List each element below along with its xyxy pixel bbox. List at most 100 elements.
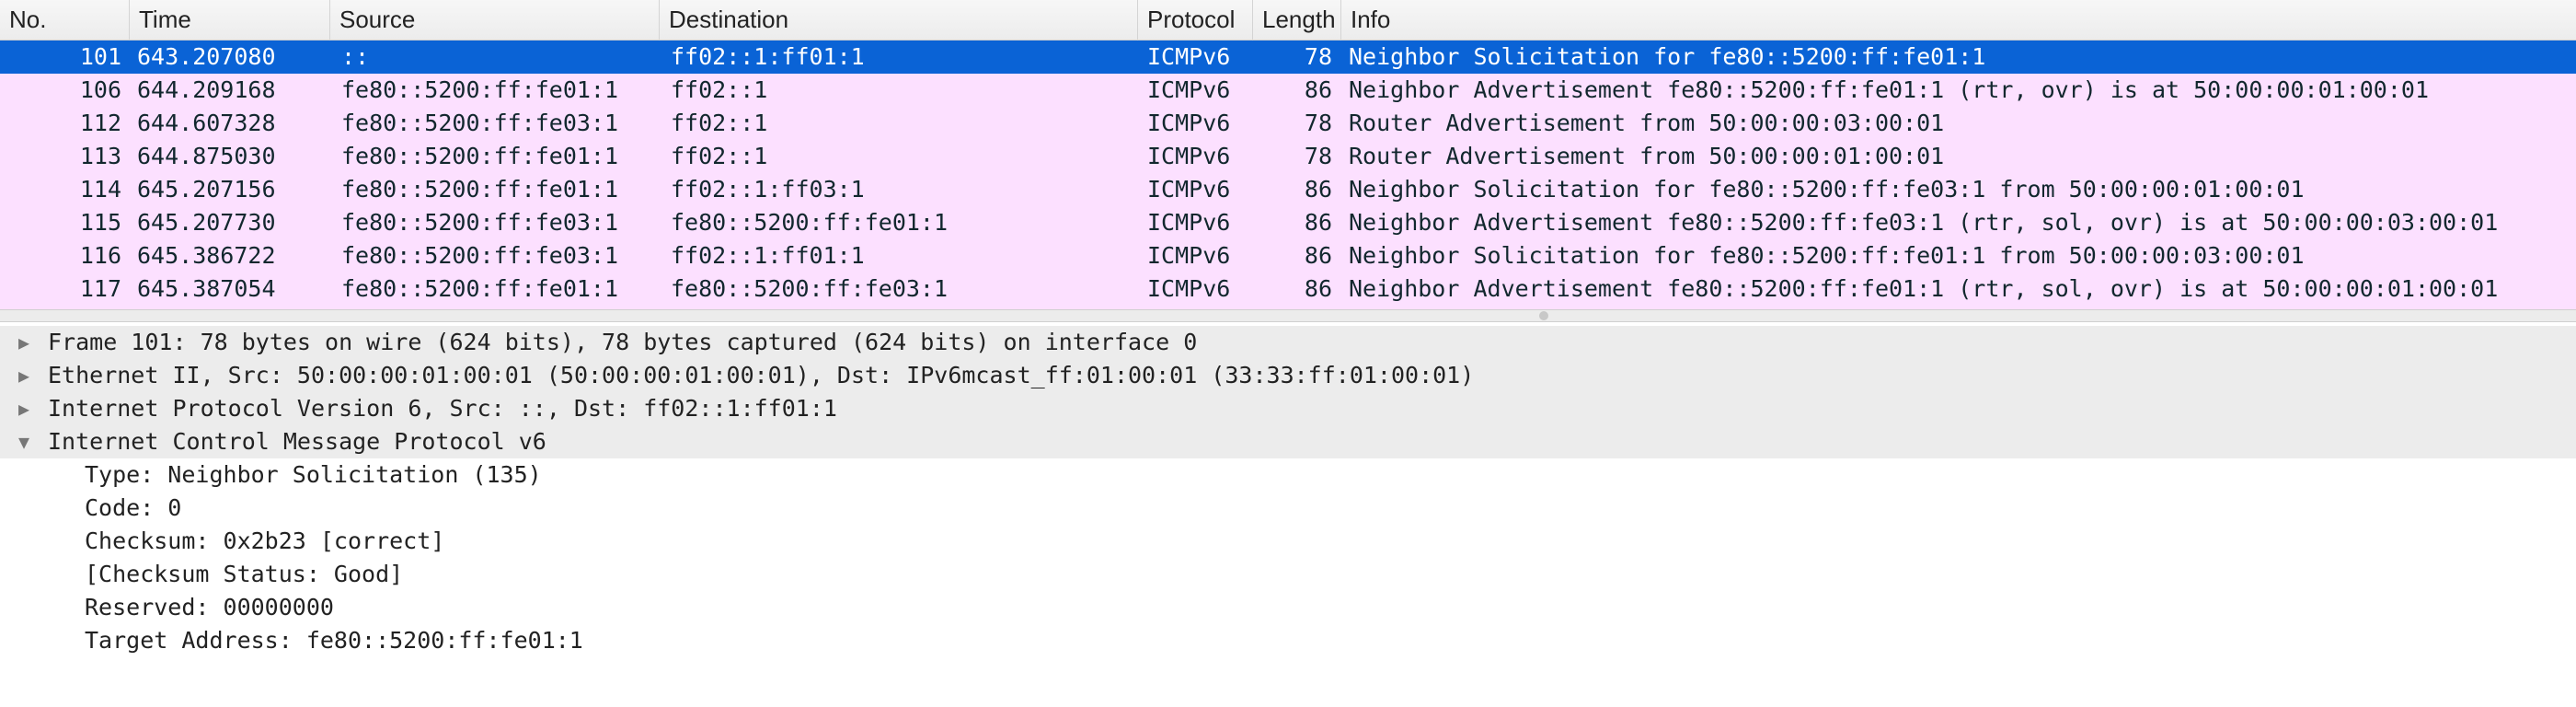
column-header-length[interactable]: Length [1253, 0, 1341, 41]
packet-row[interactable]: 117 645.387054 fe80::5200:ff:fe01:1 fe80… [0, 272, 2576, 306]
packet-time: 645.207730 [137, 209, 276, 236]
tree-field-label: [Checksum Status: Good] [85, 561, 404, 587]
column-header-time[interactable]: Time [130, 0, 330, 41]
packet-protocol: ICMPv6 [1147, 143, 1231, 169]
packet-length: 86 [1304, 176, 1332, 203]
packet-info: Neighbor Advertisement fe80::5200:ff:fe0… [1349, 76, 2429, 103]
packet-info: Neighbor Advertisement fe80::5200:ff:fe0… [1349, 275, 2499, 302]
packet-length: 86 [1304, 275, 1332, 302]
packet-protocol: ICMPv6 [1147, 242, 1231, 269]
packet-destination: ff02::1 [671, 143, 768, 169]
packet-row[interactable]: 106 644.209168 fe80::5200:ff:fe01:1 ff02… [0, 74, 2576, 107]
tree-item-label: Ethernet II, Src: 50:00:00:01:00:01 (50:… [48, 362, 1475, 388]
packet-info: Router Advertisement from 50:00:00:01:00… [1349, 143, 1945, 169]
packet-row[interactable]: 113 644.875030 fe80::5200:ff:fe01:1 ff02… [0, 140, 2576, 173]
packet-no: 112 [79, 110, 121, 136]
packet-time: 644.607328 [137, 110, 276, 136]
packet-length: 86 [1304, 76, 1332, 103]
packet-row[interactable]: 114 645.207156 fe80::5200:ff:fe01:1 ff02… [0, 173, 2576, 206]
triangle-down-icon[interactable]: ▼ [15, 425, 33, 458]
packet-time: 645.387054 [137, 275, 276, 302]
packet-no: 106 [79, 76, 121, 103]
packet-protocol: ICMPv6 [1147, 76, 1231, 103]
packet-time: 645.386722 [137, 242, 276, 269]
tree-field-target-address[interactable]: Target Address: fe80::5200:ff:fe01:1 [0, 624, 2576, 657]
tree-field-label: Checksum: 0x2b23 [correct] [85, 527, 445, 554]
tree-item-icmpv6[interactable]: ▼ Internet Control Message Protocol v6 [0, 425, 2576, 458]
packet-length: 78 [1304, 43, 1332, 70]
packet-destination: ff02::1:ff03:1 [671, 176, 865, 203]
tree-field-type[interactable]: Type: Neighbor Solicitation (135) [0, 458, 2576, 492]
packet-source: fe80::5200:ff:fe01:1 [341, 176, 619, 203]
tree-item-label: Frame 101: 78 bytes on wire (624 bits), … [48, 329, 1198, 355]
packet-no: 116 [79, 242, 121, 269]
tree-field-label: Code: 0 [85, 494, 182, 521]
packet-time: 645.207156 [137, 176, 276, 203]
tree-item-frame[interactable]: ▶ Frame 101: 78 bytes on wire (624 bits)… [0, 326, 2576, 359]
packet-protocol: ICMPv6 [1147, 110, 1231, 136]
packet-row-selected[interactable]: 101 643.207080 :: ff02::1:ff01:1 ICMPv6 … [0, 41, 2576, 74]
pane-splitter[interactable] [0, 309, 2576, 322]
packet-no: 113 [79, 143, 121, 169]
packet-info: Neighbor Solicitation for fe80::5200:ff:… [1349, 242, 2305, 269]
packet-source: :: [341, 43, 370, 70]
column-header-no[interactable]: No. [0, 0, 130, 41]
splitter-handle-icon[interactable] [1539, 311, 1548, 320]
packet-no: 117 [79, 275, 121, 302]
packet-info: Neighbor Advertisement fe80::5200:ff:fe0… [1349, 209, 2499, 236]
tree-item-ipv6[interactable]: ▶ Internet Protocol Version 6, Src: ::, … [0, 392, 2576, 425]
tree-field-label: Reserved: 00000000 [85, 594, 334, 620]
packet-row[interactable]: 116 645.386722 fe80::5200:ff:fe03:1 ff02… [0, 239, 2576, 272]
packet-length: 86 [1304, 209, 1332, 236]
packet-destination: fe80::5200:ff:fe01:1 [671, 209, 949, 236]
packet-destination: ff02::1:ff01:1 [671, 242, 865, 269]
packet-no: 114 [79, 176, 121, 203]
triangle-right-icon[interactable]: ▶ [15, 392, 33, 425]
packet-row[interactable]: 115 645.207730 fe80::5200:ff:fe03:1 fe80… [0, 206, 2576, 239]
packet-destination: ff02::1 [671, 110, 768, 136]
tree-field-checksum[interactable]: Checksum: 0x2b23 [correct] [0, 525, 2576, 558]
packet-source: fe80::5200:ff:fe03:1 [341, 209, 619, 236]
column-header-info[interactable]: Info [1341, 0, 2576, 41]
packet-destination: ff02::1:ff01:1 [671, 43, 865, 70]
packet-info: Neighbor Solicitation for fe80::5200:ff:… [1349, 43, 1986, 70]
packet-protocol: ICMPv6 [1147, 209, 1231, 236]
tree-item-label: Internet Protocol Version 6, Src: ::, Ds… [48, 395, 837, 422]
tree-field-code[interactable]: Code: 0 [0, 492, 2576, 525]
triangle-right-icon[interactable]: ▶ [15, 359, 33, 392]
packet-protocol: ICMPv6 [1147, 43, 1231, 70]
packet-list-header: No. Time Source Destination Protocol Len… [0, 0, 2576, 41]
tree-field-checksum-status[interactable]: [Checksum Status: Good] [0, 558, 2576, 591]
packet-time: 643.207080 [137, 43, 276, 70]
packet-no: 115 [79, 209, 121, 236]
packet-time: 644.209168 [137, 76, 276, 103]
tree-item-ethernet[interactable]: ▶ Ethernet II, Src: 50:00:00:01:00:01 (5… [0, 359, 2576, 392]
packet-source: fe80::5200:ff:fe01:1 [341, 143, 619, 169]
packet-length: 86 [1304, 242, 1332, 269]
tree-field-reserved[interactable]: Reserved: 00000000 [0, 591, 2576, 624]
packet-destination: fe80::5200:ff:fe03:1 [671, 275, 949, 302]
packet-source: fe80::5200:ff:fe01:1 [341, 76, 619, 103]
packet-info: Router Advertisement from 50:00:00:03:00… [1349, 110, 1945, 136]
tree-item-label: Internet Control Message Protocol v6 [48, 428, 546, 455]
packet-details-pane[interactable]: ▶ Frame 101: 78 bytes on wire (624 bits)… [0, 322, 2576, 707]
packet-source: fe80::5200:ff:fe01:1 [341, 275, 619, 302]
packet-row[interactable]: 112 644.607328 fe80::5200:ff:fe03:1 ff02… [0, 107, 2576, 140]
packet-source: fe80::5200:ff:fe03:1 [341, 242, 619, 269]
packet-length: 78 [1304, 110, 1332, 136]
packet-length: 78 [1304, 143, 1332, 169]
packet-info: Neighbor Solicitation for fe80::5200:ff:… [1349, 176, 2305, 203]
tree-field-label: Type: Neighbor Solicitation (135) [85, 461, 542, 488]
packet-protocol: ICMPv6 [1147, 275, 1231, 302]
packet-no: 101 [79, 43, 121, 70]
tree-field-label: Target Address: fe80::5200:ff:fe01:1 [85, 627, 583, 654]
column-header-source[interactable]: Source [330, 0, 660, 41]
packet-list[interactable]: 101 643.207080 :: ff02::1:ff01:1 ICMPv6 … [0, 41, 2576, 309]
triangle-right-icon[interactable]: ▶ [15, 326, 33, 359]
packet-source: fe80::5200:ff:fe03:1 [341, 110, 619, 136]
column-header-destination[interactable]: Destination [660, 0, 1138, 41]
column-header-protocol[interactable]: Protocol [1138, 0, 1253, 41]
packet-protocol: ICMPv6 [1147, 176, 1231, 203]
packet-time: 644.875030 [137, 143, 276, 169]
packet-destination: ff02::1 [671, 76, 768, 103]
